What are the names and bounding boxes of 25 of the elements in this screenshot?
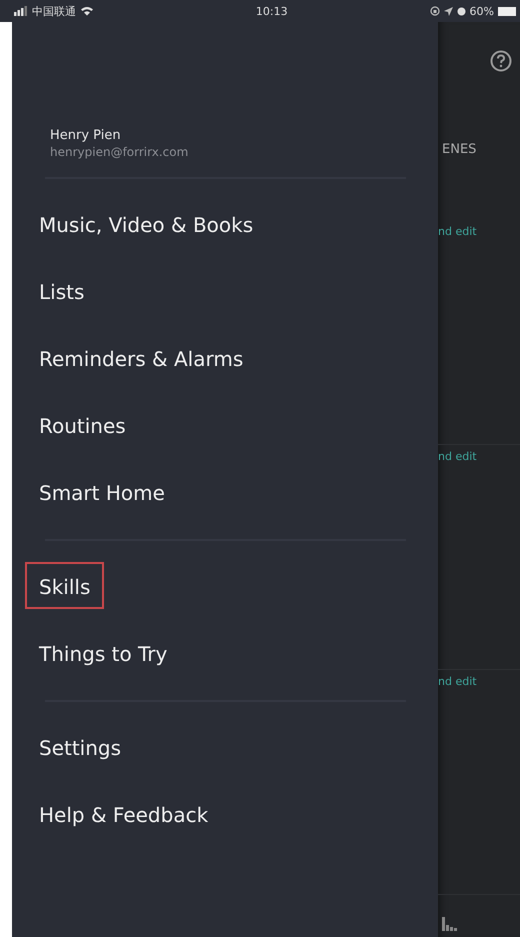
battery-icon bbox=[498, 6, 516, 16]
tab-label[interactable]: ENES bbox=[442, 142, 476, 157]
user-name: Henry Pien bbox=[50, 128, 122, 144]
menu-item[interactable]: Things to Try bbox=[25, 629, 182, 676]
lock-rotation-icon bbox=[430, 6, 440, 16]
menu-item[interactable]: Skills bbox=[25, 562, 104, 609]
menu-item[interactable]: Reminders & Alarms bbox=[25, 334, 258, 381]
menu-item[interactable]: Smart Home bbox=[25, 468, 179, 515]
edit-link[interactable]: nd edit bbox=[438, 450, 477, 463]
edit-link[interactable]: nd edit bbox=[438, 225, 477, 238]
menu-item[interactable]: Lists bbox=[25, 267, 98, 314]
menu-item[interactable]: Routines bbox=[25, 401, 140, 448]
clock-time: 10:13 bbox=[256, 4, 288, 18]
edit-link[interactable]: nd edit bbox=[438, 675, 477, 688]
bar-icon[interactable] bbox=[442, 917, 458, 931]
menu-item[interactable]: Help & Feedback bbox=[25, 790, 222, 837]
help-icon[interactable] bbox=[490, 50, 512, 72]
signal-icon bbox=[14, 6, 28, 16]
wifi-icon bbox=[80, 6, 94, 16]
battery-percent: 60% bbox=[470, 4, 494, 18]
user-email: henrypien@forrirx.com bbox=[50, 144, 190, 160]
menu-item[interactable]: Music, Video & Books bbox=[25, 200, 268, 247]
carrier-name: 中国联通 bbox=[32, 4, 76, 18]
menu-item[interactable]: Settings bbox=[25, 723, 136, 770]
location-icon bbox=[444, 6, 453, 16]
